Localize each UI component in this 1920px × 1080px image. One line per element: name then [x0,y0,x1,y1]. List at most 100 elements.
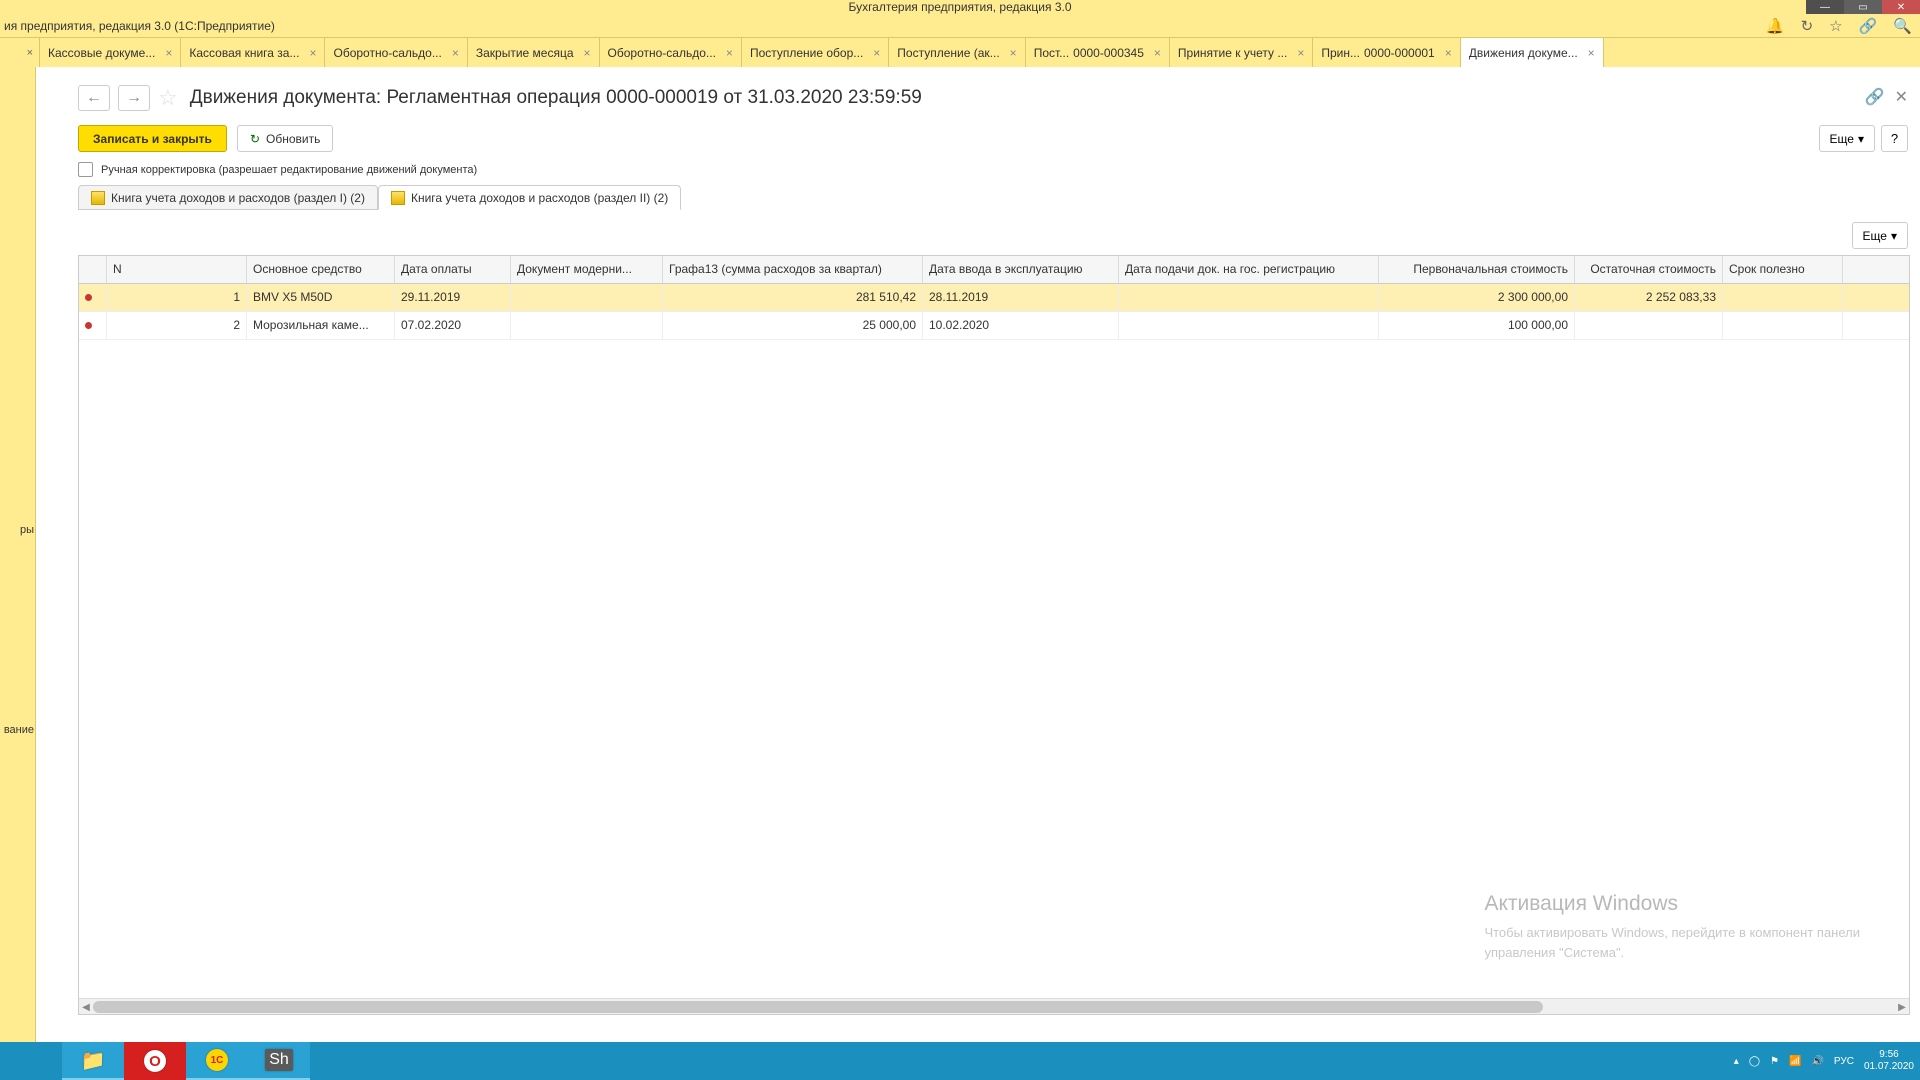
tray-language[interactable]: РУС [1834,1056,1854,1067]
taskbar-app-1c[interactable]: 1С [186,1042,248,1080]
tray-date[interactable]: 01.07.2020 [1864,1061,1914,1073]
tray-time[interactable]: 9:56 [1864,1049,1914,1061]
subtab-section1[interactable]: Книга учета доходов и расходов (раздел I… [78,185,378,210]
tab-item[interactable]: Кассовые докуме...× [40,38,181,67]
save-and-close-button[interactable]: Записать и закрыть [78,125,227,152]
cell-n: 1 [107,284,247,311]
taskbar-app-explorer[interactable]: 📁 [62,1042,124,1080]
attach-link-icon[interactable]: 🔗 [1865,87,1885,107]
nav-forward-button[interactable]: → [118,85,150,111]
book-icon [91,191,105,205]
tab-close-icon[interactable]: × [1297,46,1304,60]
cell-g13: 281 510,42 [663,284,923,311]
window-minimize-button[interactable]: — [1806,0,1844,14]
manual-adjust-label: Ручная корректировка (разрешает редактир… [101,164,477,176]
taskbar-start-placeholder[interactable] [0,1042,62,1080]
tray-flag-icon[interactable]: ⚑ [1770,1056,1779,1067]
favorite-star-icon[interactable]: ☆ [158,85,178,111]
tab-item[interactable]: Прин...0000-000001× [1313,38,1460,67]
tab-item[interactable]: Поступление обор...× [742,38,889,67]
table-row[interactable]: 2 Морозильная каме... 07.02.2020 25 000,… [79,312,1909,340]
more-button[interactable]: Еще▾ [1819,125,1875,152]
search-icon[interactable]: 🔍 [1893,17,1912,35]
tab-close-first[interactable]: × [0,38,40,67]
star-icon[interactable]: ☆ [1829,17,1842,35]
link-icon[interactable]: 🔗 [1859,17,1878,35]
grid-header[interactable]: Дата оплаты [395,256,511,283]
cell-regdate [1119,312,1379,339]
window-close-button[interactable]: ✕ [1882,0,1920,14]
cell-initcost: 2 300 000,00 [1379,284,1575,311]
grid-header[interactable]: Основное средство [247,256,395,283]
scrollbar-thumb[interactable] [93,1001,1543,1013]
grid-header[interactable]: Дата ввода в эксплуатацию [923,256,1119,283]
tab-close-icon[interactable]: × [1588,46,1595,60]
app-subtitle: ия предприятия, редакция 3.0 (1С:Предпри… [4,19,275,33]
cell-term [1723,312,1843,339]
manual-adjust-checkbox[interactable] [78,162,93,177]
cell-expdate: 10.02.2020 [923,312,1119,339]
tab-close-icon[interactable]: × [584,46,591,60]
row-marker [79,284,107,311]
tab-close-icon[interactable]: × [1154,46,1161,60]
cell-restcost: 2 252 083,33 [1575,284,1723,311]
1c-icon: 1С [206,1049,228,1071]
grid-header-row: N Основное средство Дата оплаты Документ… [79,256,1909,284]
cell-asset: Морозильная каме... [247,312,395,339]
cell-asset: BMV X5 M50D [247,284,395,311]
close-page-icon[interactable]: ✕ [1895,87,1908,107]
subtab-section2[interactable]: Книга учета доходов и расходов (раздел I… [378,185,681,210]
book-icon [391,191,405,205]
tab-item[interactable]: Оборотно-сальдо...× [600,38,742,67]
grid-header[interactable]: N [107,256,247,283]
cell-initcost: 100 000,00 [1379,312,1575,339]
grid-header[interactable]: Остаточная стоимость [1575,256,1723,283]
tab-item[interactable]: Оборотно-сальдо...× [325,38,467,67]
grid-header[interactable]: Первоначальная стоимость [1379,256,1575,283]
tab-item-active[interactable]: Движения докуме...× [1461,38,1604,67]
opera-icon: O [144,1050,166,1072]
help-button[interactable]: ? [1881,125,1908,152]
tray-sync-icon[interactable]: ◯ [1749,1056,1760,1067]
tab-item[interactable]: Закрытие месяца× [468,38,600,67]
tab-close-icon[interactable]: × [1445,46,1452,60]
grid-header[interactable]: Документ модерни... [511,256,663,283]
taskbar-app-opera[interactable]: O [124,1042,186,1080]
grid-header[interactable]: Дата подачи док. на гос. регистрацию [1119,256,1379,283]
tab-close-icon[interactable]: × [165,46,172,60]
system-tray: ▴ ◯ ⚑ 📶 🔊 РУС 9:56 01.07.2020 [1734,1042,1914,1080]
document-tabs: × Кассовые докуме...× Кассовая книга за.… [0,38,1920,67]
tab-close-icon[interactable]: × [452,46,459,60]
tab-item[interactable]: Пост...0000-000345× [1026,38,1170,67]
tab-close-icon[interactable]: × [1010,46,1017,60]
horizontal-scrollbar[interactable]: ◀ ▶ [79,998,1909,1014]
windows-taskbar: 📁 O 1С Sh ▴ ◯ ⚑ 📶 🔊 РУС 9:56 01.07.2020 [0,1042,1920,1080]
tab-close-icon[interactable]: × [873,46,880,60]
grid-header[interactable]: Графа13 (сумма расходов за квартал) [663,256,923,283]
window-maximize-button[interactable]: ▭ [1844,0,1882,14]
tab-item[interactable]: Кассовая книга за...× [181,38,325,67]
tray-up-icon[interactable]: ▴ [1734,1056,1739,1067]
tray-sound-icon[interactable]: 🔊 [1811,1056,1823,1067]
cell-paydate: 07.02.2020 [395,312,511,339]
bell-icon[interactable]: 🔔 [1766,17,1785,35]
cell-moddoc [511,312,663,339]
table-row[interactable]: 1 BMV X5 M50D 29.11.2019 281 510,42 28.1… [79,284,1909,312]
nav-back-button[interactable]: ← [78,85,110,111]
tab-item[interactable]: Поступление (ак...× [889,38,1025,67]
tab-close-icon[interactable]: × [726,46,733,60]
history-icon[interactable]: ↻ [1801,17,1814,35]
tab-item[interactable]: Принятие к учету ...× [1170,38,1313,67]
refresh-button[interactable]: ↻Обновить [237,125,333,152]
grid-more-button[interactable]: Еще▾ [1852,222,1908,249]
gutter-label: вание [0,724,36,736]
scroll-left-icon[interactable]: ◀ [79,999,93,1015]
tray-network-icon[interactable]: 📶 [1789,1056,1801,1067]
scroll-right-icon[interactable]: ▶ [1895,999,1909,1015]
left-sidebar: ры вание [0,67,36,1042]
tab-close-icon[interactable]: × [309,46,316,60]
taskbar-app-sh[interactable]: Sh [248,1042,310,1080]
grid-header[interactable]: Срок полезно [1723,256,1843,283]
cell-regdate [1119,284,1379,311]
grid-header-dot[interactable] [79,256,107,283]
